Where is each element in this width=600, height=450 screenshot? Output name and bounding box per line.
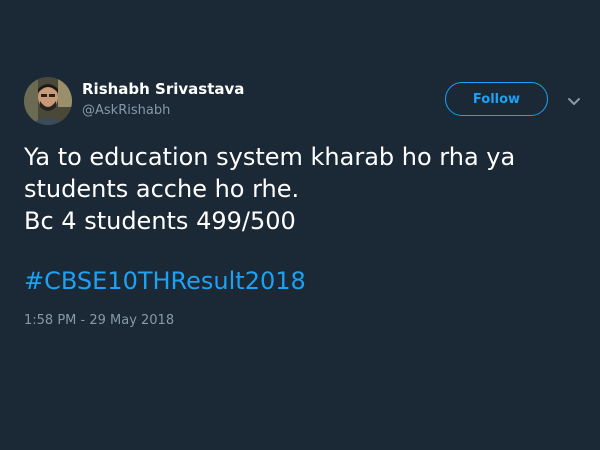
chevron-down-icon	[568, 98, 580, 105]
follow-button[interactable]: Follow	[445, 82, 548, 116]
tweet-text-line: students acche ho rhe.	[24, 175, 300, 203]
author-display-name[interactable]: Rishabh Srivastava	[82, 80, 244, 98]
tweet-text-line: Bc 4 students 499/500	[24, 207, 296, 235]
more-options-button[interactable]	[566, 93, 582, 105]
hashtag-link[interactable]: #CBSE10THResult2018	[24, 265, 574, 297]
tweet-timestamp[interactable]: 1:58 PM - 29 May 2018	[24, 313, 174, 328]
tweet-text: Ya to education system kharab ho rha ya …	[24, 141, 574, 297]
avatar-photo-icon	[24, 77, 72, 125]
author-handle[interactable]: @AskRishabh	[82, 103, 170, 118]
tweet-text-line: Ya to education system kharab ho rha ya	[24, 143, 516, 171]
tweet-card: Rishabh Srivastava @AskRishabh Follow Ya…	[0, 0, 600, 450]
author-avatar[interactable]	[24, 77, 72, 125]
